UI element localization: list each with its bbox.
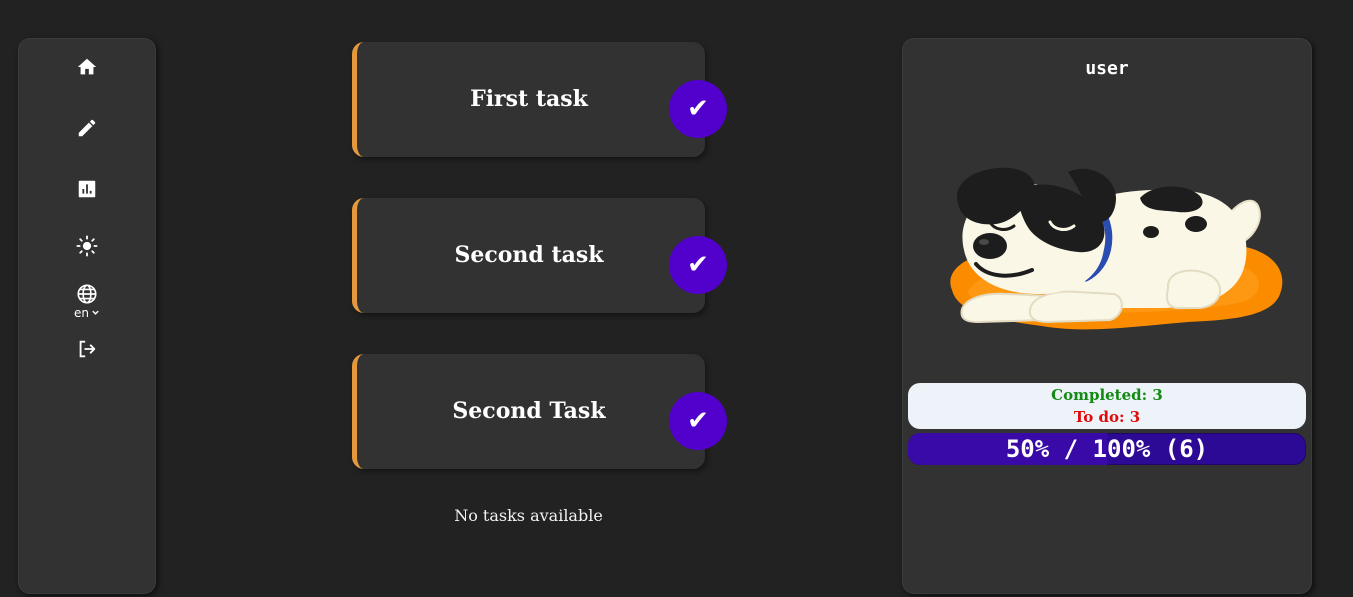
complete-task-button[interactable]: ✔ — [669, 392, 727, 450]
username: user — [1085, 58, 1129, 79]
language-value-row: en — [74, 306, 100, 320]
home-icon — [77, 58, 97, 75]
chevron-down-icon — [92, 310, 99, 315]
sidebar: en — [18, 38, 156, 594]
sleeping-dog-illustration — [950, 167, 1283, 330]
task-title: Second task — [454, 241, 604, 268]
task-card[interactable]: First task ✔ — [352, 42, 727, 157]
profile-panel: user Completed: 3 To do: 3 50% / 100% (6… — [902, 38, 1312, 594]
complete-task-button[interactable]: ✔ — [669, 236, 727, 294]
task-title: First task — [470, 85, 588, 112]
task-card[interactable]: Second task ✔ — [352, 198, 727, 313]
complete-task-button[interactable]: ✔ — [669, 80, 727, 138]
empty-tasks-message: No tasks available — [454, 506, 603, 525]
home-button[interactable] — [67, 56, 107, 78]
logout-icon — [79, 340, 96, 358]
edit-button[interactable] — [67, 117, 107, 139]
pencil-icon — [78, 119, 96, 137]
language-value: en — [74, 305, 89, 320]
theme-toggle[interactable] — [67, 234, 107, 258]
progress-text: 50% / 100% (6) — [1005, 435, 1209, 463]
sun-icon — [76, 235, 98, 257]
progress-bar: 50% / 100% (6) — [908, 433, 1306, 465]
task-card[interactable]: Second Task ✔ — [352, 354, 727, 469]
stats-button[interactable] — [67, 178, 107, 200]
task-counts: Completed: 3 To do: 3 — [908, 383, 1306, 429]
task-list: First task ✔ Second task ✔ Second Task ✔ — [352, 42, 730, 510]
language-selector[interactable]: en — [67, 282, 107, 320]
todo-count: To do: 3 — [1073, 408, 1141, 426]
task-title: Second Task — [452, 397, 606, 424]
chart-icon — [78, 180, 96, 198]
logout-button[interactable] — [67, 338, 107, 360]
completed-count: Completed: 3 — [1051, 386, 1163, 404]
globe-icon — [77, 283, 97, 304]
